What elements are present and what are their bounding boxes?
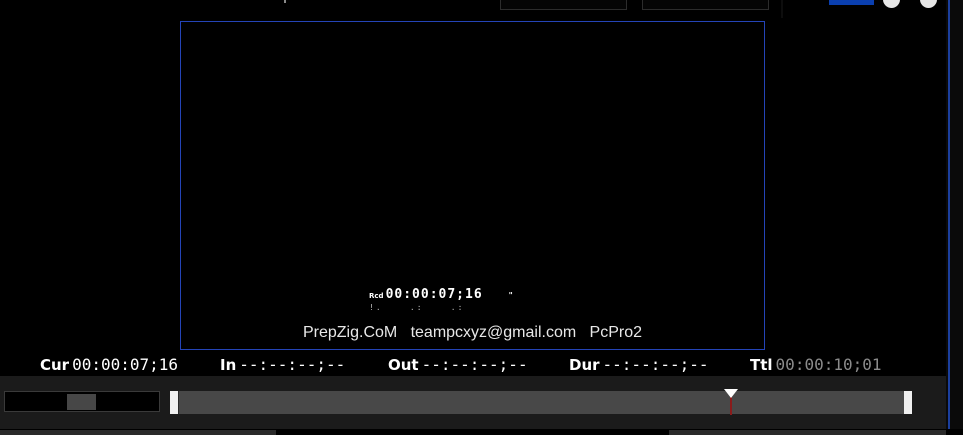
cur-label: Cur xyxy=(40,356,70,374)
overlay-timecode-value: 00:00:07;16 xyxy=(385,287,483,302)
cur-timecode: Cur 00:00:07;16 xyxy=(40,355,178,374)
rcd-label: Rcd xyxy=(369,292,384,300)
in-label: In xyxy=(220,356,237,374)
toolbar-tick xyxy=(284,0,286,3)
toolbar-circle-button-2[interactable] xyxy=(920,0,937,8)
watermark-credit-text: PrepZig.CoM teampcxyz@gmail.com PcPro2 xyxy=(302,324,642,341)
zoom-scrollbar-thumb[interactable] xyxy=(67,394,96,410)
active-tab-indicator[interactable] xyxy=(829,0,874,5)
toolbar-button-2[interactable] xyxy=(642,0,769,10)
video-preview-monitor[interactable]: Rcd 00:00:07;16 " !. .: .: PrepZig.CoM t… xyxy=(180,21,765,350)
timeline-start-handle[interactable] xyxy=(170,391,178,414)
overlay-marker: " xyxy=(508,291,513,300)
dur-value: --:--:--;-- xyxy=(602,355,709,374)
overlay-timecode: Rcd 00:00:07;16 " xyxy=(369,287,513,302)
zoom-scrollbar[interactable] xyxy=(4,391,160,412)
playhead-line xyxy=(729,397,732,415)
bottom-left-panel-edge xyxy=(0,430,276,435)
toolbar-button-1[interactable] xyxy=(500,0,627,10)
timecode-readout-row: Cur 00:00:07;16 In --:--:--;-- Out --:--… xyxy=(0,355,946,375)
timeline-scrub-bar[interactable] xyxy=(170,391,912,414)
ttl-label: Ttl xyxy=(750,356,773,374)
playhead-marker[interactable] xyxy=(723,389,738,398)
top-toolbar xyxy=(0,0,963,20)
timeline-end-handle[interactable] xyxy=(904,391,912,414)
overlay-status-dots: !. .: .: xyxy=(369,303,465,312)
bottom-right-panel-edge xyxy=(669,430,946,435)
dur-label: Dur xyxy=(569,356,600,374)
timeline-track[interactable] xyxy=(178,391,904,414)
cur-value: 00:00:07;16 xyxy=(72,355,179,374)
out-value: --:--:--;-- xyxy=(421,355,528,374)
out-timecode[interactable]: Out --:--:--;-- xyxy=(388,355,528,374)
out-label: Out xyxy=(388,356,419,374)
ttl-value: 00:00:10;01 xyxy=(775,355,882,374)
ttl-timecode: Ttl 00:00:10;01 xyxy=(750,355,882,374)
toolbar-separator xyxy=(781,0,783,18)
right-edge-line xyxy=(948,0,950,435)
toolbar-circle-button-1[interactable] xyxy=(883,0,900,8)
dur-timecode: Dur --:--:--;-- xyxy=(569,355,709,374)
in-value: --:--:--;-- xyxy=(239,355,346,374)
in-timecode[interactable]: In --:--:--;-- xyxy=(220,355,345,374)
